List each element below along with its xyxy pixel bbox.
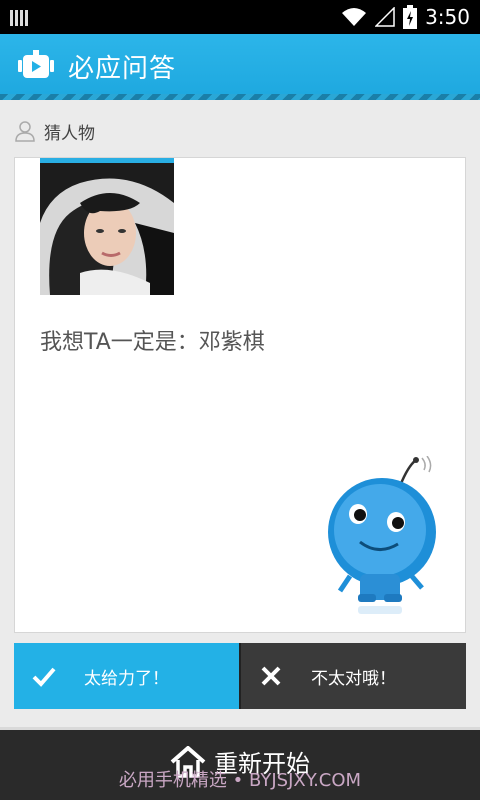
wrong-button-label: 不太对哦！ (311, 668, 396, 689)
blue-robot-mascot (328, 456, 436, 614)
wrong-button[interactable]: 不太对哦！ (239, 643, 466, 709)
wifi-icon (342, 8, 367, 26)
person-icon (15, 121, 35, 142)
app-header: 必应问答 (0, 34, 480, 98)
notification-bars-icon (10, 8, 28, 26)
header-stripe (0, 94, 480, 100)
correct-button-label: 太给力了！ (84, 668, 169, 689)
portrait-photo (40, 158, 174, 295)
section-label: 猜人物 (14, 118, 95, 144)
answer-buttons: 太给力了！ 不太对哦！ (14, 643, 466, 709)
app-title: 必应问答 (68, 53, 177, 84)
section-title: 猜人物 (44, 123, 95, 144)
answer-text: 我想TA一定是：邓紫棋 (40, 330, 265, 355)
answer-card: 我想TA一定是：邓紫棋 (14, 157, 466, 633)
status-time: 3:50 (425, 5, 470, 29)
correct-button[interactable]: 太给力了！ (14, 643, 239, 709)
battery-charging-icon (403, 5, 418, 29)
checkmark-icon (32, 667, 56, 687)
cell-signal-icon (375, 7, 395, 27)
robot-tv-icon (18, 50, 54, 78)
portrait-image (40, 163, 174, 295)
status-bar: 3:50 (0, 0, 480, 34)
watermark-text: 必用手机精选 • BYJSJXY.COM (118, 770, 362, 791)
close-icon (261, 666, 281, 686)
